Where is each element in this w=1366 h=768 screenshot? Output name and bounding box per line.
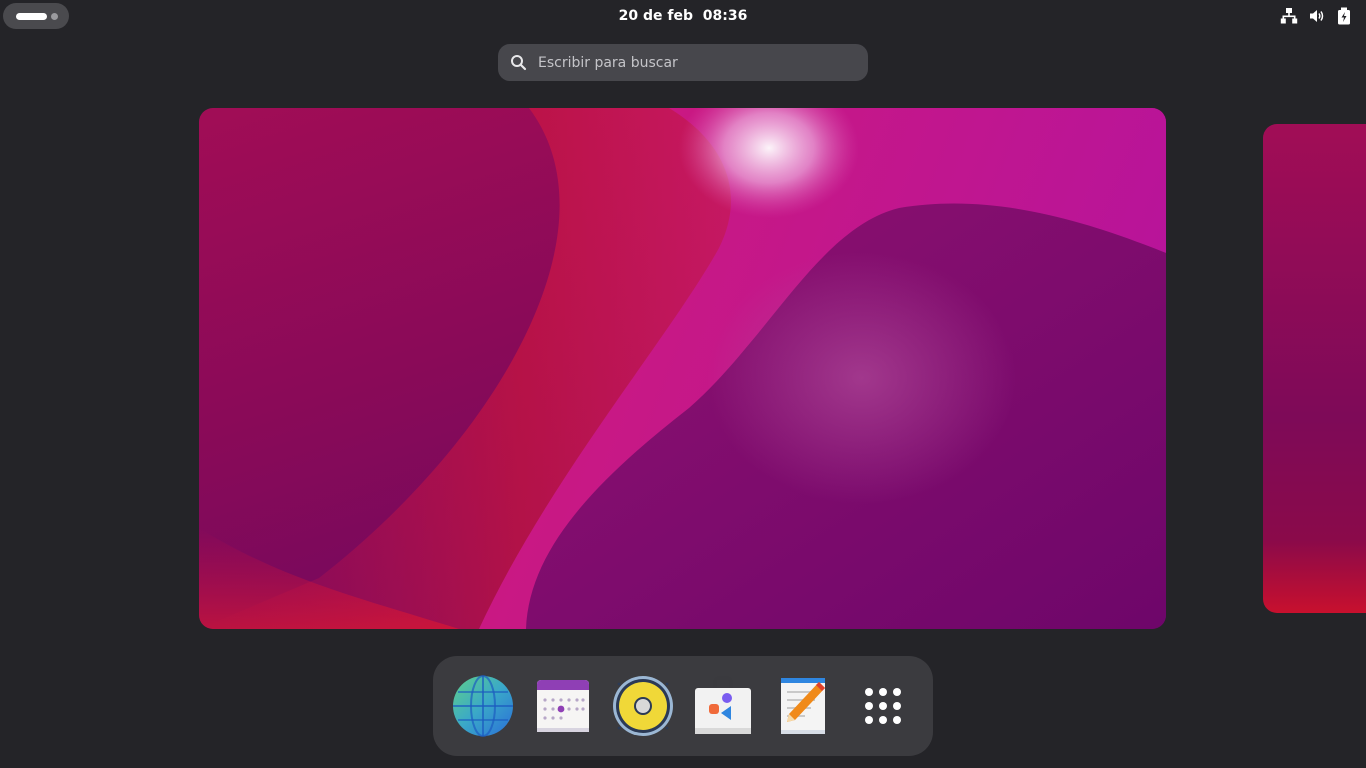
text-editor-icon (781, 678, 825, 734)
wallpaper (199, 108, 1166, 629)
search-input[interactable] (538, 44, 858, 81)
dash-app-software-store[interactable] (691, 674, 755, 738)
network-wired-icon (1280, 7, 1298, 25)
web-browser-globe-icon (453, 675, 513, 737)
workspace-indicator-icon (16, 13, 47, 20)
calendar-icon (537, 680, 589, 732)
show-applications-button[interactable] (851, 674, 915, 738)
volume-high-icon (1308, 7, 1326, 25)
software-store-bag-icon (695, 676, 751, 734)
search-box[interactable] (498, 44, 868, 81)
workspace-thumbnail-next[interactable] (1263, 124, 1366, 613)
dash-app-web-browser[interactable] (451, 674, 515, 738)
top-bar: 20 de feb 08:36 (0, 0, 1366, 32)
dash (433, 656, 933, 756)
date-time-clock[interactable]: 20 de feb 08:36 (583, 3, 783, 29)
search-icon (510, 54, 527, 71)
workspace-thumbnail-active[interactable] (199, 108, 1166, 629)
activities-button[interactable] (3, 3, 69, 29)
music-player-speaker-icon (613, 676, 673, 736)
show-applications-grid-icon (865, 688, 901, 724)
battery-charging-icon (1336, 7, 1352, 25)
wallpaper-next (1263, 124, 1366, 613)
dash-app-calendar[interactable] (531, 674, 595, 738)
workspace-dot-icon (51, 13, 58, 20)
dash-app-music-player[interactable] (611, 674, 675, 738)
dash-app-text-editor[interactable] (771, 674, 835, 738)
system-tray[interactable] (1280, 5, 1352, 27)
